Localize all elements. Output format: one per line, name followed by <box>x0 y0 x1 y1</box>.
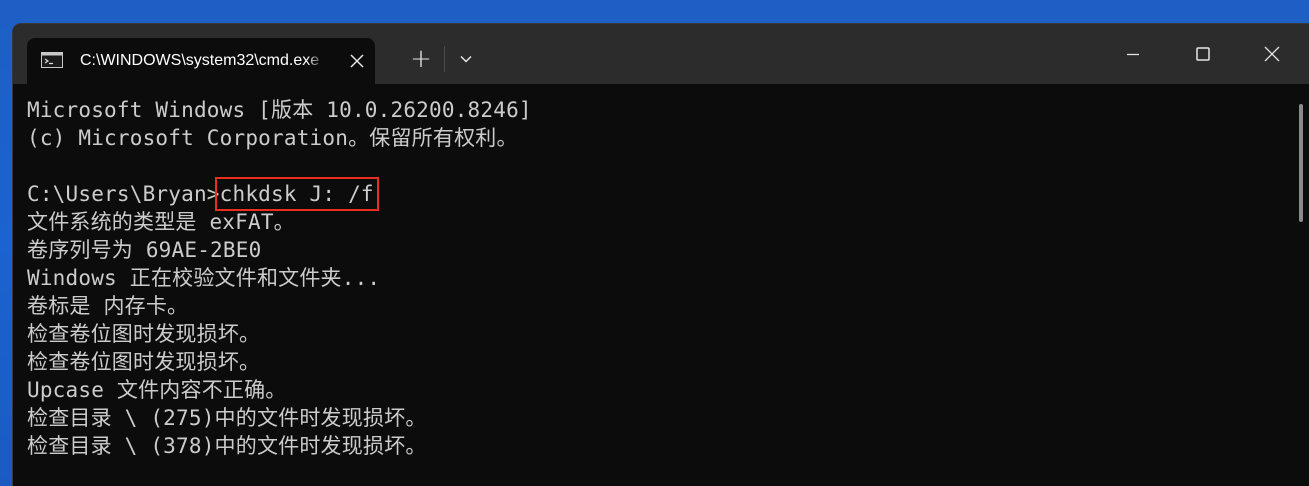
tab-title: C:\WINDOWS\system32\cmd.exe <box>80 52 320 69</box>
highlighted-command: chkdsk J: /f <box>214 177 379 211</box>
tab-close-icon[interactable] <box>345 49 369 73</box>
command-line: C:\Users\Bryan>chkdsk J: /f <box>27 177 1281 211</box>
scrollbar-track[interactable] <box>1291 84 1309 486</box>
console-line: 检查目录 \ (275)中的文件时发现损坏。 <box>27 406 427 430</box>
plus-icon: + <box>410 44 432 74</box>
maximize-button[interactable] <box>1180 36 1226 72</box>
console-line: 文件系统的类型是 exFAT。 <box>27 210 295 234</box>
console-line: 检查卷位图时发现损坏。 <box>27 350 261 374</box>
terminal-window: C:\WINDOWS\system32\cmd.exe + Microsoft … <box>13 24 1309 486</box>
prompt: C:\Users\Bryan> <box>27 182 220 206</box>
title-bar[interactable]: C:\WINDOWS\system32\cmd.exe + <box>13 24 1309 84</box>
new-tab-button[interactable]: + <box>404 42 438 76</box>
console-line: 检查卷位图时发现损坏。 <box>27 322 261 346</box>
tab-dropdown-button[interactable] <box>449 42 483 76</box>
minimize-button[interactable] <box>1110 36 1156 72</box>
scrollbar-thumb[interactable] <box>1299 104 1303 222</box>
console-line: (c) Microsoft Corporation。保留所有权利。 <box>27 126 518 150</box>
console-line: 卷序列号为 69AE-2BE0 <box>27 238 262 262</box>
close-button[interactable] <box>1249 36 1295 72</box>
console-output[interactable]: Microsoft Windows [版本 10.0.26200.8246] (… <box>13 84 1281 486</box>
console-line: Microsoft Windows [版本 10.0.26200.8246] <box>27 98 532 122</box>
minimize-icon <box>1127 53 1139 56</box>
console-line: Windows 正在校验文件和文件夹... <box>27 266 381 290</box>
console-line: 检查目录 \ (378)中的文件时发现损坏。 <box>27 434 427 458</box>
console-line: 卷标是 内存卡。 <box>27 294 189 318</box>
close-icon <box>1264 46 1280 62</box>
chevron-down-icon <box>460 55 472 63</box>
tab-cmd[interactable]: C:\WINDOWS\system32\cmd.exe <box>27 38 375 84</box>
console-line: Upcase 文件内容不正确。 <box>27 378 287 402</box>
tab-divider <box>444 46 445 72</box>
terminal-icon <box>41 52 63 68</box>
maximize-icon <box>1196 47 1210 61</box>
